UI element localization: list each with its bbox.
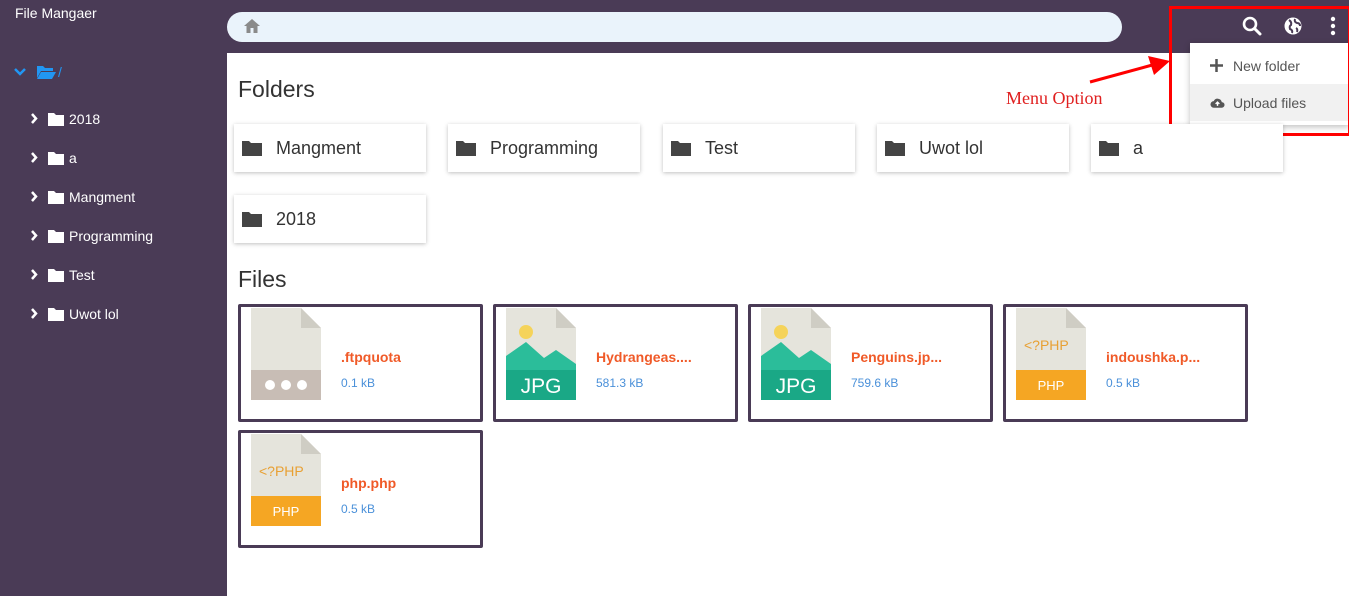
folder-icon (48, 190, 64, 204)
file-size: 0.5 kB (1106, 376, 1141, 390)
home-icon[interactable] (243, 18, 261, 39)
jpg-badge: JPG (776, 375, 817, 398)
tree-item-label: 2018 (69, 110, 101, 127)
chevron-right-icon[interactable] (30, 230, 42, 241)
tree-item-label: a (69, 149, 77, 166)
chevron-right-icon[interactable] (30, 113, 42, 124)
folder-name: 2018 (276, 208, 317, 229)
tree-item-label: Uwot lol (69, 305, 119, 322)
tree-item-uwot-lol[interactable]: Uwot lol (30, 294, 153, 333)
folder-icon (48, 307, 64, 321)
folder-icon (1099, 140, 1119, 156)
folder-icon (48, 268, 64, 282)
file-card-php[interactable]: <?PHP PHP php.php 0.5 kB (238, 430, 483, 548)
file-card-indoushka[interactable]: <?PHP PHP indoushka.p... 0.5 kB (1003, 304, 1248, 422)
tree-item-label: Programming (69, 227, 154, 244)
folder-name: Uwot lol (919, 137, 984, 158)
tree-item-2018[interactable]: 2018 (30, 99, 153, 138)
folder-name: Test (705, 137, 739, 158)
folder-name: Programming (490, 137, 599, 158)
folder-icon (671, 140, 691, 156)
file-card-ftpquota[interactable]: .ftpquota 0.1 kB (238, 304, 483, 422)
folder-tree: 2018 a Mangment Programming Test Uwot lo… (30, 99, 153, 333)
folder-card-programming[interactable]: Programming (448, 124, 640, 172)
folder-icon (242, 140, 262, 156)
folder-name: a (1133, 137, 1144, 158)
generic-file-icon (251, 308, 321, 400)
jpg-file-icon: JPG (506, 308, 576, 400)
tree-item-mangment[interactable]: Mangment (30, 177, 153, 216)
folder-open-icon (36, 64, 56, 80)
files-heading: Files (238, 266, 287, 292)
file-size: 0.1 kB (341, 376, 376, 390)
annotation-label: Menu Option (1006, 88, 1103, 108)
folder-icon (242, 211, 262, 227)
folder-card-test[interactable]: Test (663, 124, 855, 172)
tree-item-test[interactable]: Test (30, 255, 153, 294)
chevron-down-icon[interactable] (14, 67, 28, 77)
tree-item-label: Mangment (69, 188, 136, 205)
app-title: File Mangaer (15, 5, 97, 21)
tree-root-label: / (58, 64, 62, 80)
folder-icon (48, 112, 64, 126)
file-name: Penguins.jp... (851, 349, 943, 365)
folder-card-a[interactable]: a (1091, 124, 1283, 172)
chevron-right-icon[interactable] (30, 191, 42, 202)
php-code-label: <?PHP (1024, 337, 1069, 353)
file-size: 0.5 kB (341, 502, 376, 516)
chevron-right-icon[interactable] (30, 152, 42, 163)
folder-icon (885, 140, 905, 156)
jpg-badge: JPG (521, 375, 562, 398)
php-file-icon: <?PHP PHP (1016, 308, 1086, 400)
php-badge: PHP (1038, 378, 1065, 393)
tree-item-a[interactable]: a (30, 138, 153, 177)
chevron-right-icon[interactable] (30, 308, 42, 319)
file-name: Hydrangeas.... (596, 349, 692, 365)
folder-name: Mangment (276, 137, 362, 158)
annotation-box (1169, 6, 1349, 136)
file-card-hydrangeas[interactable]: JPG Hydrangeas.... 581.3 kB (493, 304, 738, 422)
file-size: 581.3 kB (596, 376, 644, 390)
file-size: 759.6 kB (851, 376, 899, 390)
php-badge: PHP (273, 504, 300, 519)
sidebar: File Mangaer / 2018 a Mangment Programmi… (0, 0, 227, 596)
annotation-arrow (1089, 56, 1170, 84)
folder-icon (48, 229, 64, 243)
jpg-file-icon: JPG (761, 308, 831, 400)
chevron-right-icon[interactable] (30, 269, 42, 280)
folder-icon (456, 140, 476, 156)
php-code-label: <?PHP (259, 463, 304, 479)
php-file-icon: <?PHP PHP (251, 434, 321, 526)
tree-root[interactable]: / (14, 64, 62, 80)
folder-card-mangment[interactable]: Mangment (234, 124, 426, 172)
folder-card-uwot-lol[interactable]: Uwot lol (877, 124, 1069, 172)
folder-icon (48, 151, 64, 165)
breadcrumb[interactable] (227, 12, 1122, 42)
tree-item-programming[interactable]: Programming (30, 216, 153, 255)
file-card-penguins[interactable]: JPG Penguins.jp... 759.6 kB (748, 304, 993, 422)
file-name: indoushka.p... (1106, 349, 1201, 365)
folder-card-2018[interactable]: 2018 (234, 195, 426, 243)
folders-heading: Folders (238, 76, 315, 102)
file-name: php.php (341, 475, 397, 491)
file-name: .ftpquota (341, 349, 401, 365)
tree-item-label: Test (69, 266, 95, 283)
